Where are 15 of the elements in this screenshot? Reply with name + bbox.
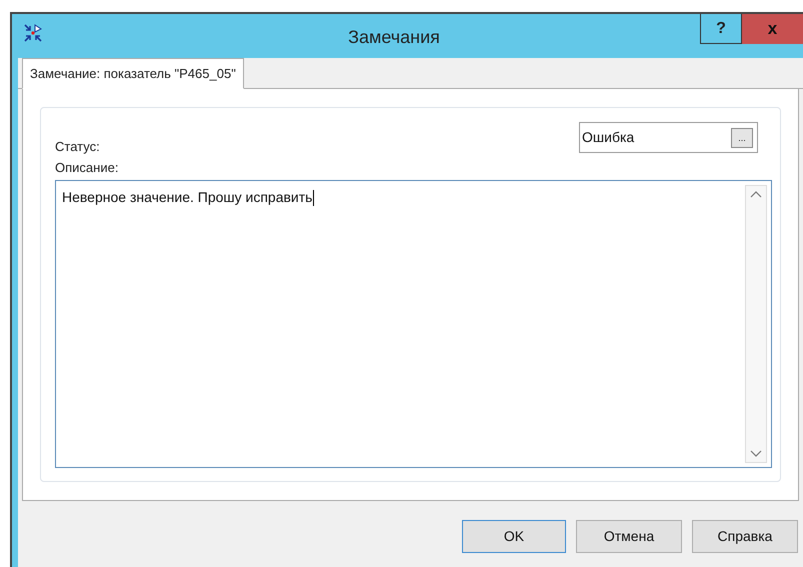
status-field[interactable]: Ошибка ... (579, 122, 758, 153)
scrollbar[interactable] (745, 184, 767, 462)
close-button[interactable]: x (742, 14, 803, 44)
dialog-button[interactable]: OK (462, 520, 566, 553)
status-label: Статус: (55, 138, 100, 156)
dialog-button[interactable]: Отмена (576, 520, 682, 553)
tab[interactable]: Замечание: показатель "P465_05" (22, 58, 244, 89)
description-field[interactable]: Неверное значение. Прошу исправить (55, 180, 772, 468)
browse-button[interactable]: ... (731, 128, 753, 148)
help-button[interactable]: ? (700, 14, 742, 44)
app-icon (24, 24, 42, 42)
description-text: Неверное значение. Прошу исправить (62, 188, 312, 204)
description-label: Описание: (55, 159, 120, 177)
dialog-button[interactable]: Справка (692, 520, 798, 553)
window-title: Замечания (347, 26, 441, 49)
